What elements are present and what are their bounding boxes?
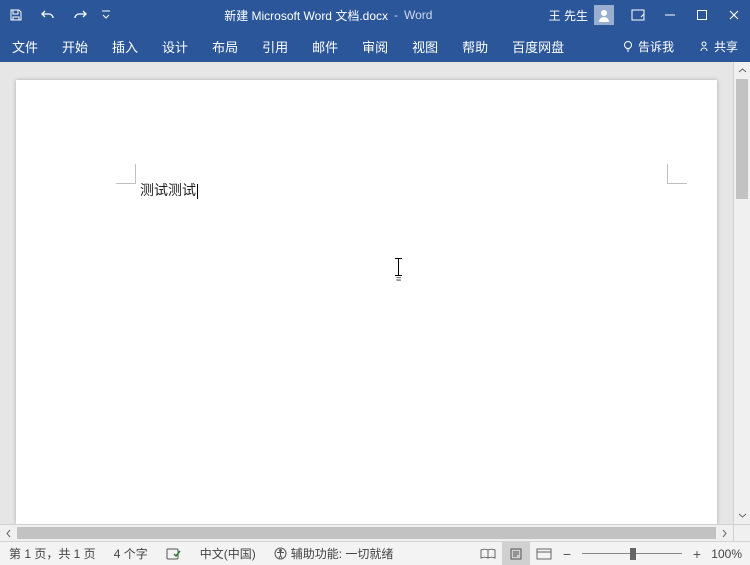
title-bar: 新建 Microsoft Word 文档.docx - Word 王 先生: [0, 0, 750, 30]
zoom-thumb[interactable]: [630, 548, 636, 560]
window-title: 新建 Microsoft Word 文档.docx - Word: [116, 7, 541, 24]
save-icon: [9, 8, 23, 22]
caret-up-icon: [738, 66, 747, 75]
ribbon-options-icon: [631, 9, 645, 21]
close-icon: [728, 9, 740, 21]
ribbon-display-options-button[interactable]: [622, 0, 654, 30]
page-number-label: 第 1 页，共 1 页: [9, 545, 96, 562]
word-count-label: 4 个字: [114, 545, 148, 562]
mouse-text-cursor: ≡: [396, 258, 401, 281]
document-name: 新建 Microsoft Word 文档.docx: [224, 7, 388, 24]
qat-customize-button[interactable]: [96, 0, 116, 30]
undo-button[interactable]: [32, 0, 64, 30]
tab-design[interactable]: 设计: [150, 30, 200, 62]
tab-help[interactable]: 帮助: [450, 30, 500, 62]
zoom-out-button[interactable]: −: [558, 546, 576, 562]
redo-button[interactable]: [64, 0, 96, 30]
read-mode-icon: [480, 548, 496, 560]
vscroll-track[interactable]: [734, 79, 750, 507]
caret-down-icon: [738, 511, 747, 520]
share-icon: [698, 40, 710, 52]
account-avatar: [594, 5, 614, 25]
document-viewport: 测试测试 ≡: [0, 62, 750, 524]
hscroll-thumb[interactable]: [17, 527, 716, 539]
tab-references[interactable]: 引用: [250, 30, 300, 62]
zoom-percent-button[interactable]: 100%: [706, 547, 750, 561]
spellcheck-status[interactable]: [157, 542, 191, 565]
tab-baidu-netdisk[interactable]: 百度网盘: [500, 30, 576, 62]
close-button[interactable]: [718, 0, 750, 30]
undo-icon: [40, 8, 56, 22]
ribbon-tabs: 文件 开始 插入 设计 布局 引用 邮件 审阅 视图 帮助 百度网盘 告诉我 共…: [0, 30, 750, 62]
save-button[interactable]: [0, 0, 32, 30]
minimize-button[interactable]: [654, 0, 686, 30]
web-layout-icon: [536, 548, 552, 560]
tell-me-label: 告诉我: [638, 38, 674, 55]
maximize-icon: [696, 9, 708, 21]
title-separator: -: [394, 8, 398, 22]
language-label: 中文(中国): [200, 545, 256, 562]
page-number-status[interactable]: 第 1 页，共 1 页: [0, 542, 105, 565]
accessibility-label: 辅助功能: 一切就绪: [291, 545, 394, 562]
status-bar: 第 1 页，共 1 页 4 个字 中文(中国) 辅助功能: 一切就绪 − + 1…: [0, 541, 750, 565]
vertical-scrollbar[interactable]: [733, 62, 750, 524]
tab-file[interactable]: 文件: [0, 30, 50, 62]
app-name: Word: [404, 8, 432, 22]
scroll-left-button[interactable]: [0, 525, 17, 542]
vscroll-thumb[interactable]: [736, 79, 748, 199]
caret-left-icon: [4, 529, 13, 538]
app-window: 新建 Microsoft Word 文档.docx - Word 王 先生 文件…: [0, 0, 750, 565]
document-area: 测试测试 ≡: [0, 62, 750, 541]
account-area[interactable]: 王 先生: [541, 5, 622, 25]
horizontal-scrollbar[interactable]: [0, 524, 733, 541]
margin-corner-top-right: [667, 164, 687, 184]
chevron-down-icon: [101, 10, 111, 20]
language-status[interactable]: 中文(中国): [191, 542, 265, 565]
scroll-down-button[interactable]: [734, 507, 750, 524]
scroll-up-button[interactable]: [734, 62, 750, 79]
tab-review[interactable]: 审阅: [350, 30, 400, 62]
share-label: 共享: [714, 38, 738, 55]
person-icon: [597, 8, 611, 22]
tab-view[interactable]: 视图: [400, 30, 450, 62]
maximize-button[interactable]: [686, 0, 718, 30]
tab-insert[interactable]: 插入: [100, 30, 150, 62]
quick-access-toolbar: [0, 0, 116, 30]
accessibility-icon: [274, 547, 287, 560]
view-web-layout-button[interactable]: [530, 542, 558, 565]
text-caret: [197, 184, 198, 199]
caret-right-icon: [720, 529, 729, 538]
page[interactable]: 测试测试 ≡: [16, 80, 717, 524]
view-read-mode-button[interactable]: [474, 542, 502, 565]
redo-icon: [72, 8, 88, 22]
tell-me-button[interactable]: 告诉我: [610, 30, 686, 62]
zoom-slider[interactable]: [582, 542, 682, 565]
accessibility-status[interactable]: 辅助功能: 一切就绪: [265, 542, 403, 565]
lightbulb-icon: [622, 40, 634, 52]
tab-home[interactable]: 开始: [50, 30, 100, 62]
tab-layout[interactable]: 布局: [200, 30, 250, 62]
tab-mailings[interactable]: 邮件: [300, 30, 350, 62]
text-run: 测试测试: [140, 182, 196, 198]
plus-icon: +: [693, 546, 701, 562]
document-body-text[interactable]: 测试测试: [140, 180, 198, 200]
minimize-icon: [664, 9, 676, 21]
scroll-corner: [733, 524, 750, 541]
zoom-in-button[interactable]: +: [688, 546, 706, 562]
spellcheck-icon: [166, 547, 182, 561]
zoom-percent-label: 100%: [711, 547, 742, 561]
word-count-status[interactable]: 4 个字: [105, 542, 157, 565]
scroll-right-button[interactable]: [716, 525, 733, 542]
share-button[interactable]: 共享: [686, 30, 750, 62]
account-name: 王 先生: [549, 7, 588, 24]
minus-icon: −: [563, 546, 571, 562]
margin-corner-top-left: [116, 164, 136, 184]
print-layout-icon: [509, 548, 523, 560]
view-print-layout-button[interactable]: [502, 542, 530, 565]
